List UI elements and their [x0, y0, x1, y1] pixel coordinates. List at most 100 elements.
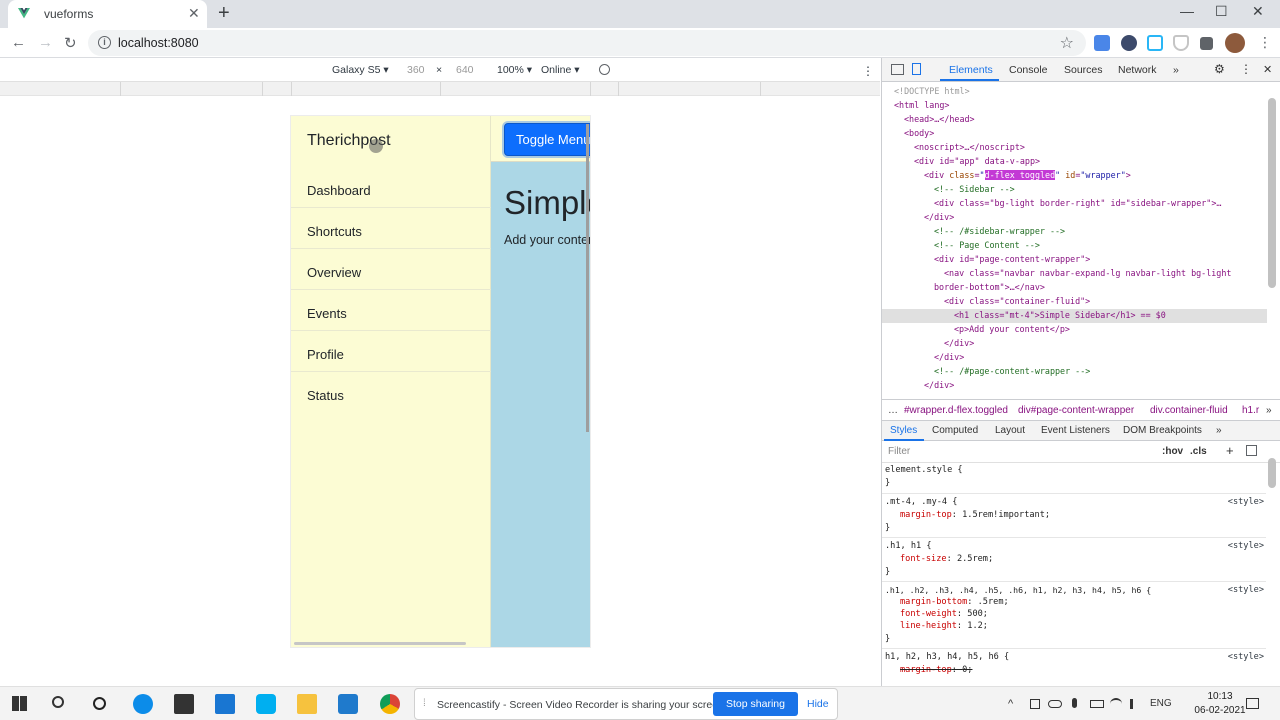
dom-line[interactable]: <p>Add your content</p> — [954, 322, 1070, 336]
mail-icon[interactable] — [215, 694, 235, 714]
dom-line[interactable]: <!-- Page Content --> — [934, 238, 1040, 252]
new-tab-button[interactable]: + — [218, 2, 230, 25]
tray-app-icon[interactable] — [1030, 699, 1040, 709]
style-property[interactable]: margin-top: 1.5rem!important; — [900, 509, 1050, 522]
close-tab-icon[interactable]: ✕ — [188, 5, 200, 22]
dom-line[interactable]: <div id="app" data-v-app> — [914, 154, 1040, 168]
chrome-icon[interactable] — [380, 694, 400, 714]
sidebar-item-overview[interactable]: Overview — [291, 249, 491, 290]
vertical-scrollbar[interactable] — [586, 124, 589, 432]
style-property[interactable]: font-weight: 500; — [900, 608, 988, 621]
windows-start-icon[interactable] — [12, 696, 27, 711]
battery-icon[interactable] — [1090, 700, 1104, 708]
search-icon[interactable] — [52, 696, 64, 708]
dom-line[interactable]: <div id="page-content-wrapper"> — [934, 252, 1090, 266]
rule-selector[interactable]: .h1, .h2, .h3, .h4, .h5, .h6, h1, h2, h3… — [885, 584, 1151, 597]
cortana-icon[interactable] — [93, 697, 106, 710]
breadcrumb-more-icon[interactable]: » — [1266, 405, 1272, 416]
new-style-rule-button[interactable]: + — [1226, 443, 1234, 458]
forward-icon[interactable]: → — [38, 34, 53, 51]
extension-n-icon[interactable] — [1147, 35, 1163, 51]
dom-line[interactable]: <html lang> — [894, 98, 949, 112]
rule-source[interactable]: <style> — [1228, 651, 1264, 664]
tab-dom-breakpoints[interactable]: DOM Breakpoints — [1123, 425, 1202, 436]
filter-input[interactable]: Filter — [888, 446, 910, 457]
more-tabs-icon[interactable]: » — [1173, 64, 1179, 76]
back-icon[interactable]: ← — [11, 34, 26, 51]
bookmark-star-icon[interactable]: ☆ — [1060, 33, 1074, 53]
style-property[interactable]: font-size: 2.5rem; — [900, 553, 993, 566]
breadcrumb-item[interactable]: div#page-content-wrapper — [1018, 405, 1134, 416]
more-style-tabs-icon[interactable]: » — [1216, 425, 1222, 436]
edge-browser-icon[interactable] — [133, 694, 153, 714]
close-devtools-icon[interactable]: ✕ — [1263, 63, 1272, 76]
dom-line[interactable]: <!-- /#sidebar-wrapper --> — [934, 224, 1065, 238]
tray-expand-icon[interactable]: ^ — [1008, 698, 1013, 710]
device-more-icon[interactable]: ⋮ — [862, 64, 874, 78]
dom-line[interactable]: </div> — [934, 350, 964, 364]
toggle-sidebar-icon[interactable] — [1246, 445, 1257, 456]
rule-source[interactable]: <style> — [1228, 540, 1264, 553]
dom-line[interactable]: <div class="bg-light border-right" id="s… — [934, 196, 1221, 210]
class-toggle[interactable]: .cls — [1190, 446, 1207, 457]
close-window-button[interactable]: ✕ — [1252, 3, 1264, 20]
dom-line[interactable]: <head>…</head> — [904, 112, 975, 126]
breadcrumb-item[interactable]: h1.r — [1242, 405, 1259, 416]
sidebar-item-shortcuts[interactable]: Shortcuts — [291, 208, 491, 249]
extension-na-icon[interactable] — [1121, 35, 1137, 51]
dom-line-selected[interactable]: <h1 class="mt-4">Simple Sidebar</h1> == … — [954, 308, 1166, 322]
notifications-icon[interactable] — [1246, 698, 1259, 709]
dom-tree-scrollbar[interactable] — [1268, 98, 1276, 288]
dom-line[interactable]: </div> — [924, 210, 954, 224]
breadcrumb-item[interactable]: div.container-fluid — [1150, 405, 1228, 416]
devtools-menu-icon[interactable]: ⋮ — [1240, 62, 1252, 76]
dom-line-highlighted[interactable]: <div class="d-flex toggled" id="wrapper"… — [924, 168, 1131, 182]
device-width-input[interactable]: 360 — [407, 64, 425, 76]
rule-selector[interactable]: .mt-4, .my-4 { — [885, 496, 957, 509]
network-throttle-select[interactable]: Online ▾ — [541, 64, 580, 76]
device-height-input[interactable]: 640 — [456, 64, 474, 76]
extensions-puzzle-icon[interactable] — [1200, 37, 1213, 50]
device-toggle-icon[interactable] — [912, 63, 921, 75]
address-bar[interactable]: i localhost:8080 ☆ — [88, 30, 1086, 56]
skype-icon[interactable] — [256, 694, 276, 714]
drag-handle-icon[interactable]: ⁞ — [423, 698, 426, 709]
tab-styles[interactable]: Styles — [890, 425, 917, 436]
sidebar-item-events[interactable]: Events — [291, 290, 491, 331]
rule-selector[interactable]: .h1, h1 { — [885, 540, 932, 553]
onedrive-icon[interactable] — [1048, 700, 1062, 708]
volume-icon[interactable] — [1130, 699, 1140, 709]
sidebar-item-profile[interactable]: Profile — [291, 331, 491, 372]
tab-elements[interactable]: Elements — [949, 64, 993, 76]
style-property[interactable]: margin-bottom: .5rem; — [900, 596, 1009, 609]
tab-sources[interactable]: Sources — [1064, 64, 1103, 76]
tab-network[interactable]: Network — [1118, 64, 1157, 76]
breadcrumb-ellipsis[interactable]: … — [888, 405, 898, 416]
horizontal-scrollbar[interactable] — [294, 642, 466, 645]
style-property-overridden[interactable]: margin-top: 0; — [900, 664, 972, 677]
zoom-select[interactable]: 100% ▾ — [497, 64, 532, 76]
settings-gear-icon[interactable]: ⚙ — [1214, 62, 1225, 76]
maximize-button[interactable]: ☐ — [1215, 3, 1228, 20]
sidebar-item-dashboard[interactable]: Dashboard — [291, 167, 491, 208]
site-info-icon[interactable]: i — [98, 36, 111, 49]
hide-button[interactable]: Hide — [807, 698, 829, 710]
inspect-element-icon[interactable] — [891, 64, 904, 75]
dom-line[interactable]: <!DOCTYPE html> — [894, 84, 970, 98]
wifi-icon[interactable] — [1110, 698, 1122, 710]
hover-state-toggle[interactable]: :hov — [1162, 446, 1183, 457]
system-clock[interactable]: 10:13 06-02-2021 — [1190, 690, 1250, 718]
toggle-menu-button[interactable]: Toggle Menu — [504, 123, 590, 156]
tab-console[interactable]: Console — [1009, 64, 1048, 76]
sidebar-item-status[interactable]: Status — [291, 372, 491, 413]
rule-source[interactable]: <style> — [1228, 584, 1264, 597]
styles-scrollbar[interactable] — [1268, 458, 1276, 488]
stop-sharing-button[interactable]: Stop sharing — [713, 692, 798, 716]
tab-layout[interactable]: Layout — [995, 425, 1025, 436]
dom-line[interactable]: <nav class="navbar navbar-expand-lg navb… — [944, 266, 1231, 280]
rule-selector[interactable]: element.style { — [885, 464, 963, 477]
style-property[interactable]: line-height: 1.2; — [900, 620, 988, 633]
dom-line[interactable]: <!-- Sidebar --> — [934, 182, 1015, 196]
device-select[interactable]: Galaxy S5 ▾ — [332, 64, 389, 76]
microphone-icon[interactable] — [1072, 698, 1077, 708]
